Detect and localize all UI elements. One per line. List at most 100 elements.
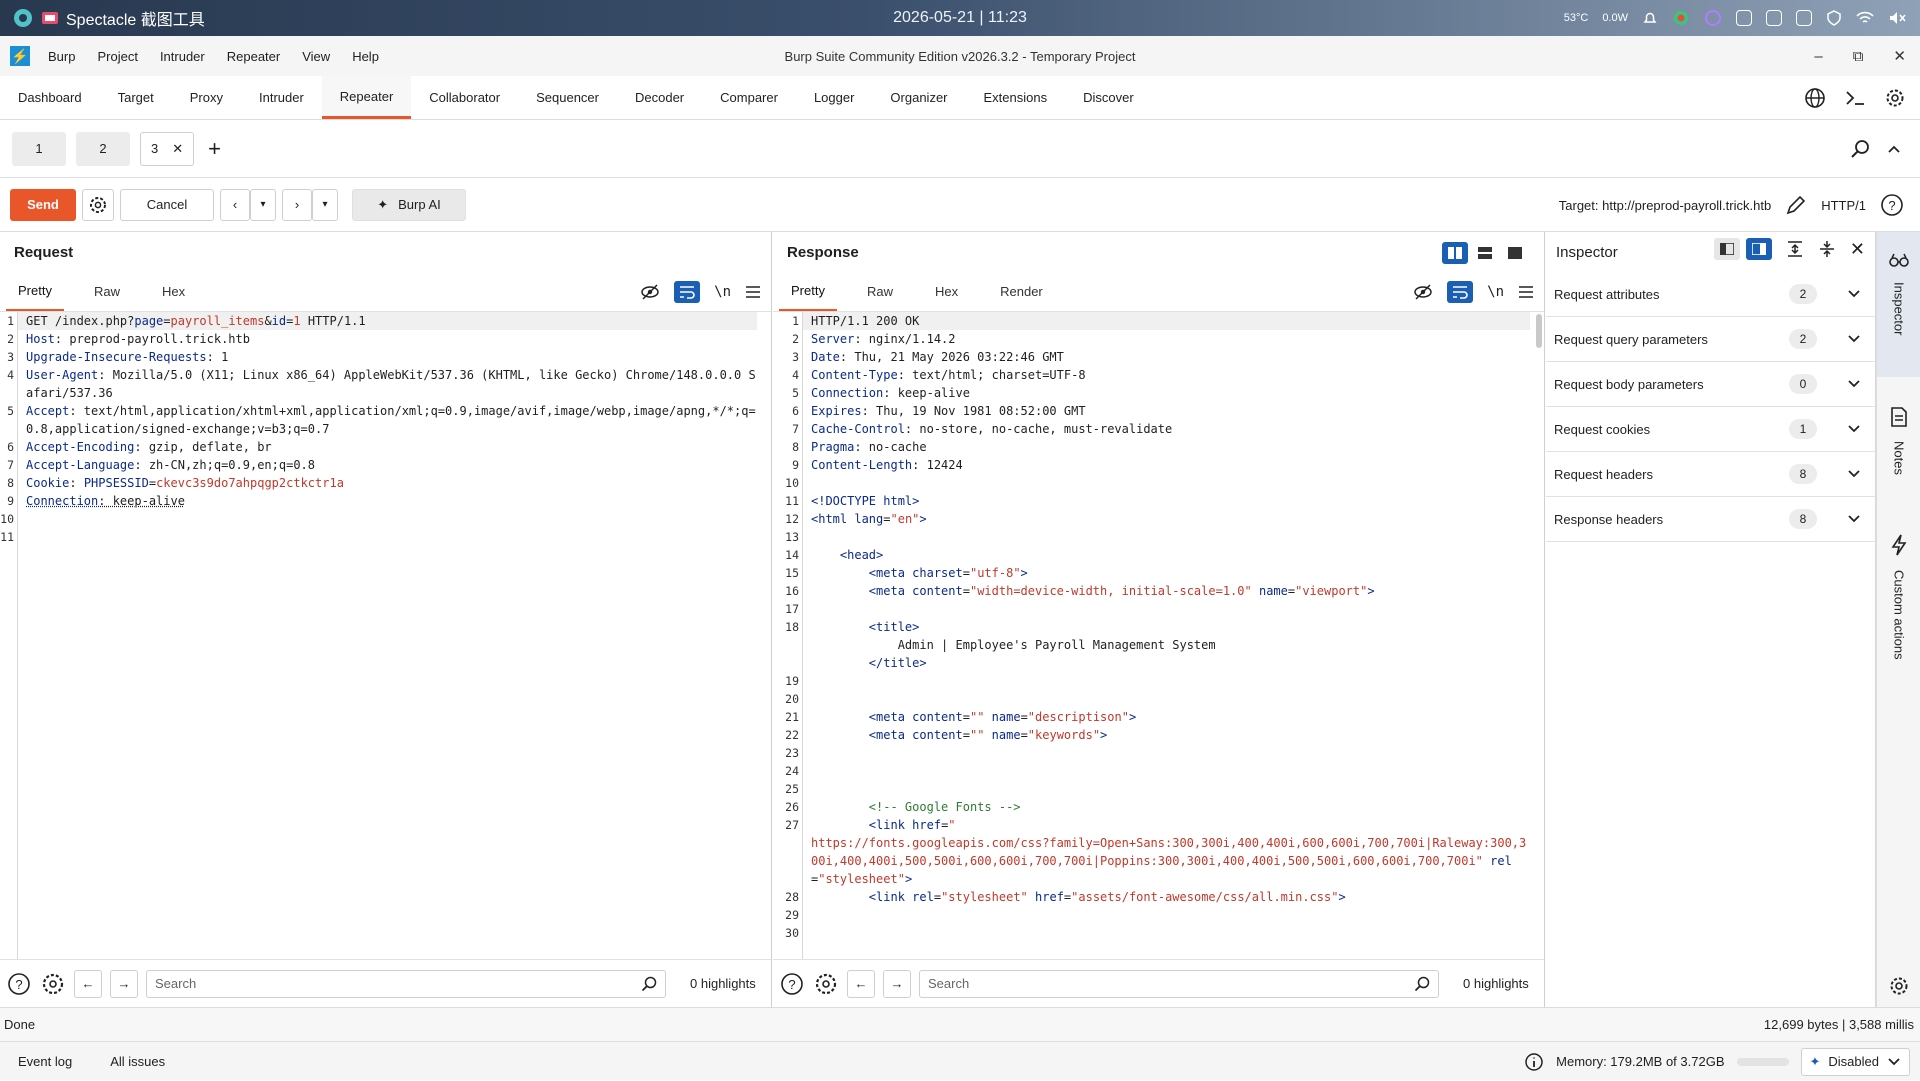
newline-icon[interactable]: \n: [1487, 284, 1504, 300]
protocol-label[interactable]: HTTP/1: [1821, 198, 1866, 213]
notification-icon[interactable]: [1642, 10, 1658, 26]
request-tab-raw[interactable]: Raw: [82, 272, 132, 311]
response-tab-raw[interactable]: Raw: [855, 272, 905, 311]
tab-intruder[interactable]: Intruder: [241, 76, 322, 119]
search-settings-gear-icon[interactable]: [813, 971, 839, 997]
close-inspector-icon[interactable]: ✕: [1850, 239, 1865, 260]
keyboard-icon[interactable]: [1766, 10, 1782, 26]
help-icon[interactable]: ?: [1880, 193, 1904, 217]
forward-button[interactable]: ›: [282, 188, 312, 221]
tab-decoder[interactable]: Decoder: [617, 76, 702, 119]
inspector-row-cookies[interactable]: Request cookies 1: [1546, 407, 1875, 452]
cancel-button[interactable]: Cancel: [120, 188, 214, 221]
send-settings-button[interactable]: [82, 188, 114, 221]
tab-dashboard[interactable]: Dashboard: [0, 76, 100, 119]
tab-proxy[interactable]: Proxy: [172, 76, 241, 119]
volume-muted-icon[interactable]: [1888, 10, 1906, 26]
request-search-input[interactable]: Search: [146, 969, 666, 998]
layout-stacked-icon[interactable]: [1472, 242, 1498, 264]
inspector-row-request-headers[interactable]: Request headers 8: [1546, 452, 1875, 497]
inspector-row-body-parameters[interactable]: Request body parameters 0: [1546, 362, 1875, 407]
burp-ai-button[interactable]: ✦ Burp AI: [352, 188, 466, 221]
tab-sequencer[interactable]: Sequencer: [518, 76, 617, 119]
close-window-icon[interactable]: ✕: [1893, 47, 1906, 65]
search-previous-button[interactable]: ←: [847, 969, 875, 998]
request-tab-pretty[interactable]: Pretty: [6, 272, 64, 311]
request-tab-hex[interactable]: Hex: [150, 272, 197, 311]
collapse-all-icon[interactable]: [1818, 240, 1836, 258]
side-tab-custom-actions[interactable]: Custom actions: [1877, 534, 1920, 660]
send-button[interactable]: Send: [10, 188, 76, 221]
side-tab-notes[interactable]: Notes: [1877, 407, 1920, 475]
repeater-tab-3[interactable]: 3 ✕: [140, 131, 195, 166]
terminal-icon[interactable]: [1844, 87, 1866, 109]
menu-icon[interactable]: [1518, 285, 1534, 299]
tab-comparer[interactable]: Comparer: [702, 76, 796, 119]
response-tab-hex[interactable]: Hex: [923, 272, 970, 311]
search-previous-button[interactable]: ←: [74, 969, 102, 998]
hide-nonprintable-icon[interactable]: [640, 283, 660, 301]
menu-view[interactable]: View: [302, 49, 330, 64]
newline-icon[interactable]: \n: [714, 284, 731, 300]
search-next-button[interactable]: →: [883, 969, 911, 998]
device-icon[interactable]: [1796, 10, 1812, 26]
request-editor[interactable]: 1 GET /index.php?page=payroll_items&id=1 …: [0, 312, 771, 959]
menu-icon[interactable]: [745, 285, 761, 299]
clipboard-icon[interactable]: [1736, 10, 1752, 26]
side-tab-inspector[interactable]: Inspector: [1877, 232, 1920, 377]
tab-organizer[interactable]: Organizer: [872, 76, 965, 119]
inspector-row-response-headers[interactable]: Response headers 8: [1546, 497, 1875, 542]
expand-all-icon[interactable]: [1786, 240, 1804, 258]
inspector-layout-right-icon[interactable]: [1745, 238, 1772, 260]
back-button[interactable]: ‹: [220, 188, 250, 221]
close-tab-icon[interactable]: ✕: [172, 141, 183, 157]
layout-tabbed-icon[interactable]: [1502, 242, 1528, 264]
tab-extensions[interactable]: Extensions: [966, 76, 1066, 119]
inspector-row-request-attributes[interactable]: Request attributes 2: [1546, 272, 1875, 317]
search-icon[interactable]: [1850, 139, 1870, 159]
assistant-icon[interactable]: [1704, 9, 1722, 27]
side-settings-gear-icon[interactable]: [1888, 975, 1910, 997]
help-icon[interactable]: ?: [6, 971, 32, 997]
event-log-link[interactable]: Event log: [18, 1054, 72, 1069]
wrap-lines-icon[interactable]: [1447, 281, 1474, 303]
inspector-layout-left-icon[interactable]: [1713, 238, 1740, 260]
restore-icon[interactable]: ⧉: [1853, 48, 1864, 65]
tab-discover[interactable]: Discover: [1065, 76, 1152, 119]
hide-nonprintable-icon[interactable]: [1413, 283, 1433, 301]
menu-burp[interactable]: Burp: [48, 49, 75, 64]
edit-target-icon[interactable]: [1785, 194, 1807, 216]
menu-intruder[interactable]: Intruder: [160, 49, 205, 64]
wrap-lines-icon[interactable]: [674, 281, 701, 303]
repeater-tab-1[interactable]: 1: [12, 131, 66, 166]
info-icon[interactable]: [1524, 1052, 1544, 1072]
repeater-tab-2[interactable]: 2: [76, 131, 130, 166]
layout-side-by-side-icon[interactable]: [1442, 242, 1468, 264]
vpn-icon[interactable]: [1826, 10, 1842, 26]
add-tab-icon[interactable]: +: [208, 136, 221, 162]
response-tab-render[interactable]: Render: [988, 272, 1055, 311]
burp-ai-status-dropdown[interactable]: ✦ Disabled: [1800, 1047, 1910, 1076]
settings-gear-icon[interactable]: [1884, 87, 1906, 109]
search-next-button[interactable]: →: [110, 969, 138, 998]
all-issues-link[interactable]: All issues: [110, 1054, 165, 1069]
active-app[interactable]: Spectacle 截图工具: [12, 6, 205, 30]
menu-help[interactable]: Help: [352, 49, 379, 64]
tab-collaborator[interactable]: Collaborator: [411, 76, 518, 119]
response-tab-pretty[interactable]: Pretty: [779, 272, 837, 311]
help-icon[interactable]: ?: [779, 971, 805, 997]
chevron-up-icon[interactable]: [1886, 141, 1902, 157]
globe-icon[interactable]: [1804, 87, 1826, 109]
tab-repeater[interactable]: Repeater: [321, 76, 412, 119]
wifi-icon[interactable]: [1856, 10, 1874, 26]
menu-repeater[interactable]: Repeater: [227, 49, 280, 64]
color-app-icon[interactable]: [1672, 9, 1690, 27]
minimize-icon[interactable]: –: [1814, 48, 1822, 65]
back-dropdown-button[interactable]: ▾: [250, 188, 276, 221]
forward-dropdown-button[interactable]: ▾: [312, 188, 338, 221]
search-settings-gear-icon[interactable]: [40, 971, 66, 997]
inspector-row-query-parameters[interactable]: Request query parameters 2: [1546, 317, 1875, 362]
tab-logger[interactable]: Logger: [796, 76, 872, 119]
tab-target[interactable]: Target: [100, 76, 172, 119]
response-search-input[interactable]: Search: [919, 969, 1439, 998]
